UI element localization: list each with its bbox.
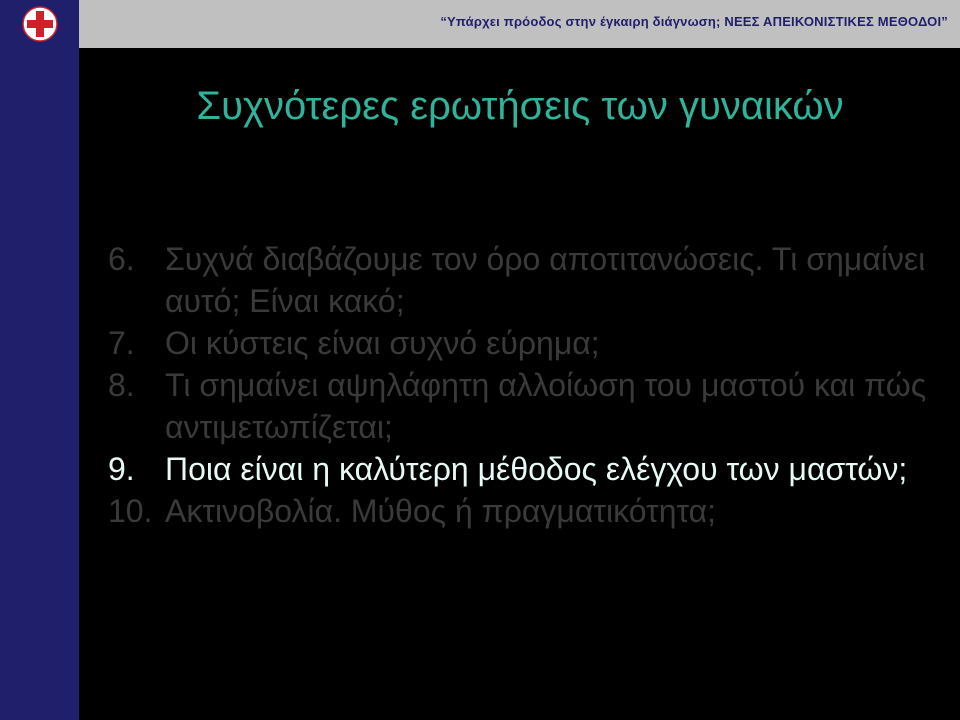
red-cross-logo-icon	[22, 6, 58, 42]
item-number: 10.	[108, 493, 153, 529]
list-item-10: 10. Ακτινοβολία. Μύθος ή πραγματικότητα;	[108, 490, 938, 532]
item-text: Ποια είναι η καλύτερη μέθοδος ελέγχου τω…	[165, 451, 908, 487]
question-list: 6. Συχνά διαβάζουμε τον όρο αποτιτανώσει…	[108, 238, 938, 532]
item-number: 7.	[108, 325, 135, 361]
header-text: “Υπάρχει πρόοδος στην έγκαιρη διάγνωση; …	[440, 14, 948, 29]
item-text: Ακτινοβολία. Μύθος ή πραγματικότητα;	[165, 493, 717, 529]
item-number: 6.	[108, 241, 135, 277]
item-text: Τι σημαίνει αψηλάφητη αλλοίωση του μαστο…	[165, 367, 927, 445]
slide-title: Συχνότερες ερωτήσεις των γυναικών	[196, 84, 844, 128]
item-number: 9.	[108, 451, 135, 487]
logo	[0, 0, 79, 48]
item-number: 8.	[108, 367, 135, 403]
list-item-7: 7. Οι κύστεις είναι συχνό εύρημα;	[108, 322, 938, 364]
list-item-6: 6. Συχνά διαβάζουμε τον όρο αποτιτανώσει…	[108, 238, 938, 322]
item-text: Οι κύστεις είναι συχνό εύρημα;	[165, 325, 600, 361]
list-item-8: 8. Τι σημαίνει αψηλάφητη αλλοίωση του μα…	[108, 364, 938, 448]
left-sidebar-bar	[0, 0, 79, 720]
list-item-9-active: 9. Ποια είναι η καλύτερη μέθοδος ελέγχου…	[108, 448, 938, 490]
header-bar: “Υπάρχει πρόοδος στην έγκαιρη διάγνωση; …	[79, 0, 960, 48]
item-text: Συχνά διαβάζουμε τον όρο αποτιτανώσεις. …	[165, 241, 926, 319]
